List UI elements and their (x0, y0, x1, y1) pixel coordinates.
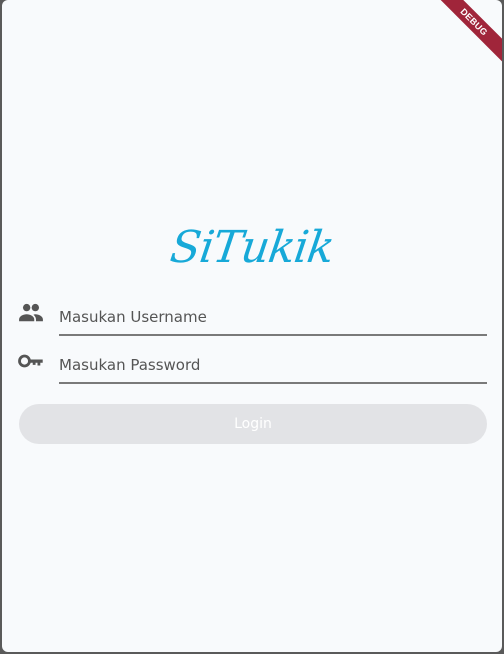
key-icon (18, 350, 44, 372)
debug-banner: DEBUG (432, 0, 502, 70)
app-logo: SiTukik (167, 222, 337, 273)
username-field (18, 300, 488, 336)
password-field (18, 348, 488, 384)
app-window: DEBUG SiTukik Login (2, 0, 502, 652)
username-input[interactable] (59, 300, 487, 336)
debug-banner-label: DEBUG (432, 0, 502, 64)
password-input[interactable] (59, 348, 487, 384)
people-icon (18, 302, 44, 324)
login-button[interactable]: Login (19, 404, 487, 444)
